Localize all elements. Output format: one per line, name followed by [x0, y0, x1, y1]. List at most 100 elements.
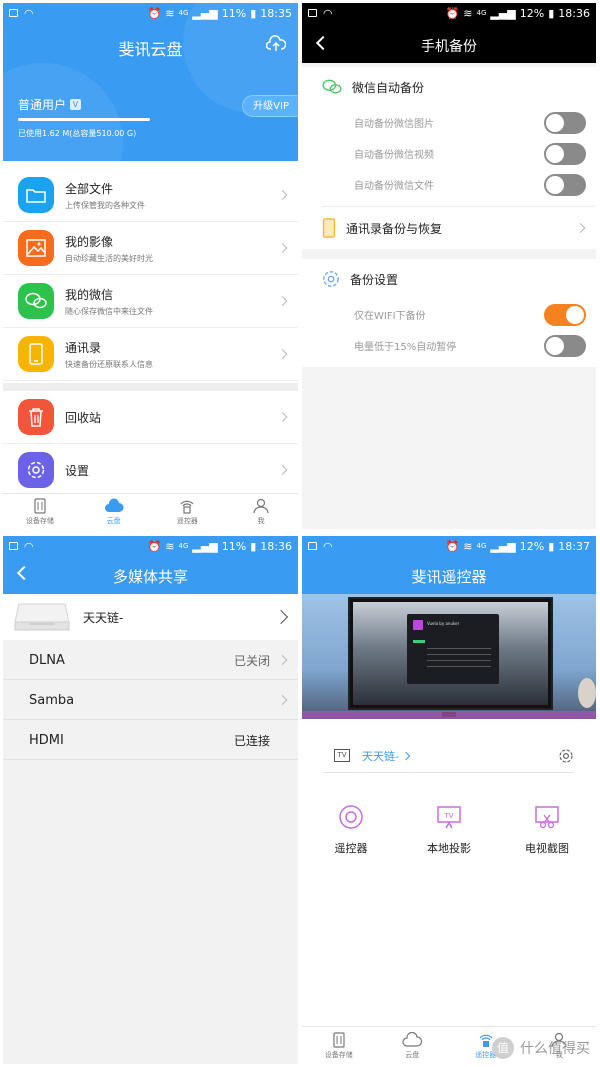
chevron-right-icon [277, 412, 288, 422]
wechat-icon [18, 283, 54, 319]
chevron-right-icon [277, 695, 288, 705]
contacts-backup-label: 通讯录备份与恢复 [346, 221, 443, 236]
clock: 18:35 [260, 6, 292, 20]
low-battery-toggle[interactable] [544, 334, 586, 357]
user-icon [253, 498, 269, 513]
signal-icon: ▂▄▆ [192, 6, 218, 20]
menu-item-all-files[interactable]: 全部文件 上传保管我的各种文件 [3, 169, 298, 222]
network-label: 4G [178, 8, 189, 17]
status-bar: ◠ ⏰ ≋ 4G ▂▄▆ 12% ▮ 18:37 [302, 536, 596, 556]
remote-action[interactable]: 遥控器 [306, 804, 396, 856]
user-level: 普通用户 V [18, 96, 82, 113]
signal-icon: ▂▄▆ [490, 6, 516, 20]
dlna-row[interactable]: DLNA 已关闭 [3, 641, 298, 680]
watermark: 值 什么值得买 [492, 1037, 590, 1059]
image-icon [9, 542, 18, 550]
local-projection-action[interactable]: TV 本地投影 [404, 804, 494, 856]
row-label: 自动备份微信图片 [354, 119, 434, 130]
trash-icon [18, 399, 54, 435]
menu-item-subtitle: 自动珍藏生活的美好时光 [65, 253, 153, 263]
chevron-right-icon [277, 190, 288, 200]
battery-icon: ▮ [548, 6, 555, 20]
router-device-icon [14, 603, 70, 631]
battery-percent: 12% [519, 539, 545, 553]
image-icon [308, 9, 317, 17]
menu-item-title: 我的影像 [65, 234, 114, 249]
cloud-upload-icon[interactable] [266, 35, 286, 53]
tab-cloud-disk[interactable]: 云盘 [77, 494, 151, 529]
chevron-right-icon [277, 349, 288, 359]
menu-item-title: 回收站 [65, 410, 102, 425]
tv-screenshot-action[interactable]: 电视截图 [502, 804, 592, 856]
alarm-icon: ⏰ [445, 539, 460, 553]
projection-icon: TV [437, 806, 461, 829]
tab-cloud-disk[interactable]: 云盘 [376, 1027, 450, 1064]
tv-icon: TV [334, 749, 350, 762]
action-label: 本地投影 [427, 842, 471, 855]
top-bar: ◠ ⏰ ≋ 4G ▂▄▆ 11% ▮ 18:36 多媒体共享 [3, 536, 298, 594]
low-battery-row: 电量低于15%自动暂停 [302, 330, 596, 361]
row-label: 电量低于15%自动暂停 [354, 342, 457, 353]
cast-icon: ◠ [323, 6, 333, 20]
storage-usage: 已使用1.62 M(总容量510.00 G) [18, 129, 137, 138]
device-row[interactable]: 天天链- [3, 594, 298, 640]
menu-item-recycle-bin[interactable]: 回收站 [3, 391, 298, 444]
clock: 18:36 [558, 6, 590, 20]
backup-settings-section: 备份设置 [302, 259, 596, 299]
alarm-icon: ⏰ [445, 6, 460, 20]
backup-settings-card: 备份设置 仅在WIFI下备份 电量低于15%自动暂停 [302, 259, 596, 367]
top-bar: ◠ ⏰ ≋ 4G ▂▄▆ 12% ▮ 18:36 手机备份 [302, 3, 596, 63]
tab-device-storage[interactable]: 设备存储 [3, 494, 77, 529]
status-bar: ◠ ⏰ ≋ 4G ▂▄▆ 11% ▮ 18:35 [3, 3, 298, 23]
tab-label: 我 [257, 516, 265, 525]
alarm-icon: ⏰ [147, 539, 162, 553]
row-label: Samba [29, 692, 75, 708]
storage-icon [34, 497, 46, 514]
wechat-videos-toggle[interactable] [544, 142, 586, 165]
clock: 18:37 [558, 539, 590, 553]
wifi-icon: ≋ [463, 6, 473, 20]
row-label: DLNA [29, 652, 65, 668]
tab-label: 云盘 [106, 516, 121, 525]
remote-control-screen: ◠ ⏰ ≋ 4G ▂▄▆ 12% ▮ 18:37 斐讯遥控器 Vuela by … [302, 536, 596, 1064]
menu-item-settings[interactable]: 设置 [3, 444, 298, 497]
tab-label: 设备存储 [25, 516, 54, 525]
image-icon [9, 9, 18, 17]
contacts-backup-row[interactable]: 通讯录备份与恢复 [302, 207, 596, 249]
menu-item-title: 设置 [65, 463, 90, 478]
bottom-tab-bar: 设备存储 云盘 遥控器 我 [3, 493, 298, 529]
svg-text:TV: TV [443, 812, 453, 820]
menu-item-my-wechat[interactable]: 我的微信 随心保存微信中来往文件 [3, 275, 298, 328]
wechat-images-toggle[interactable] [544, 111, 586, 134]
samba-row[interactable]: Samba [3, 681, 298, 720]
tab-remote[interactable]: 遥控器 [151, 494, 225, 529]
menu-item-my-images[interactable]: 我的影像 自动珍藏生活的美好时光 [3, 222, 298, 275]
secondary-menu: 回收站 设置 [3, 391, 298, 497]
chevron-right-icon [277, 655, 288, 665]
page-title: 斐讯遥控器 [411, 568, 487, 586]
menu-item-contacts[interactable]: 通讯录 快速备份还原联系人信息 [3, 328, 298, 381]
wechat-videos-row: 自动备份微信视频 [302, 138, 596, 169]
tab-label: 设备存储 [324, 1050, 353, 1059]
image-icon [18, 230, 54, 266]
cast-icon: ◠ [24, 6, 34, 20]
tab-me[interactable]: 我 [224, 494, 298, 529]
device-name: 天天链- [362, 749, 399, 763]
menu-item-subtitle: 随心保存微信中来往文件 [65, 306, 153, 316]
row-label: 仅在WIFI下备份 [354, 311, 426, 322]
tab-device-storage[interactable]: 设备存储 [302, 1027, 376, 1064]
wechat-backup-section: 微信自动备份 [302, 67, 596, 107]
cloud-icon [402, 1031, 423, 1047]
wifi-only-toggle[interactable] [544, 303, 586, 326]
tab-label: 云盘 [405, 1050, 420, 1059]
cloud-icon [104, 497, 124, 512]
gear-icon[interactable] [558, 748, 574, 764]
wechat-backup-card: 微信自动备份 自动备份微信图片 自动备份微信视频 自动备份微信文件 通讯录备份与… [302, 67, 596, 249]
image-icon [308, 542, 317, 550]
wechat-images-row: 自动备份微信图片 [302, 107, 596, 138]
page-title: 手机备份 [421, 39, 477, 55]
upgrade-vip-button[interactable]: 升级VIP [242, 95, 298, 117]
tv-device-row[interactable]: TV 天天链- [324, 739, 574, 773]
wechat-files-toggle[interactable] [544, 173, 586, 196]
network-label: 4G [178, 541, 189, 550]
